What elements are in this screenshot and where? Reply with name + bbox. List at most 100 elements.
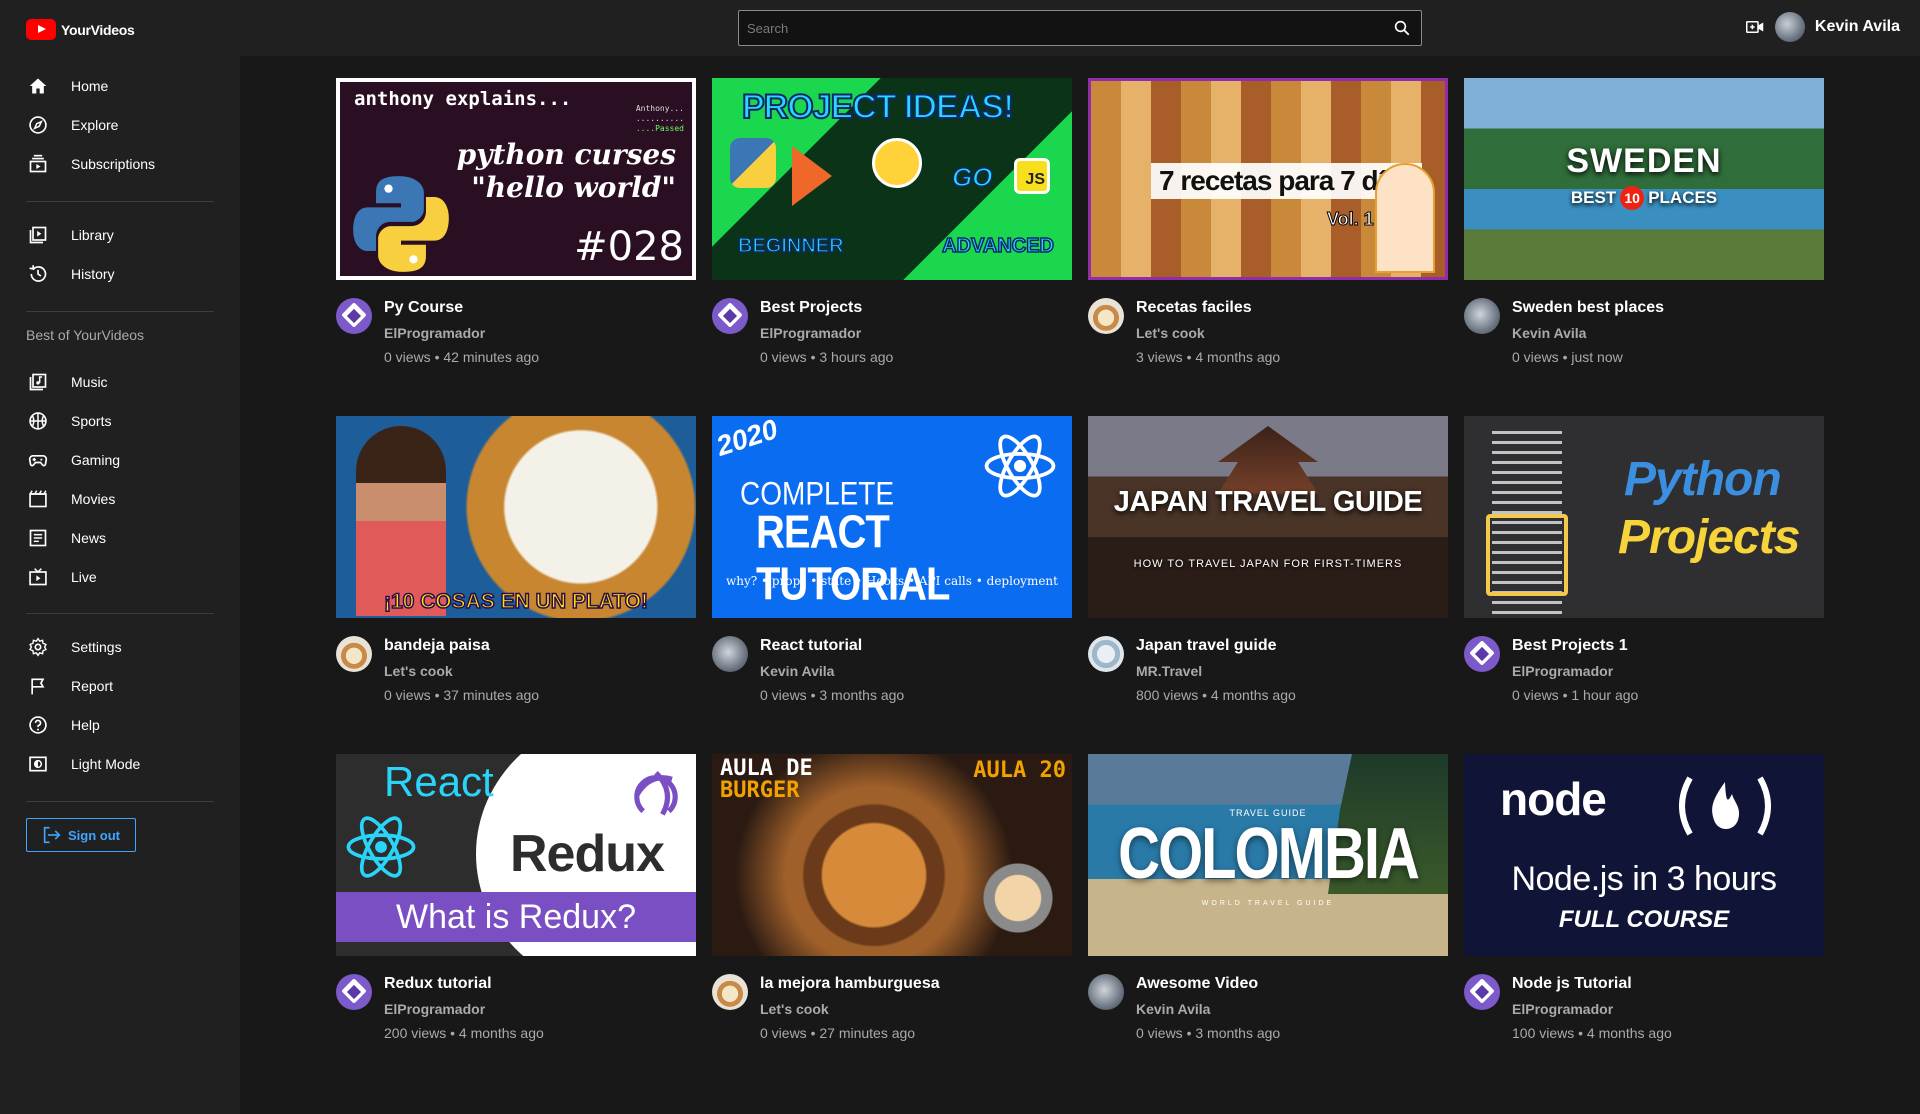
video-camera-icon [1745, 21, 1764, 33]
video-title[interactable]: la mejora hamburguesa [760, 974, 940, 994]
video-title[interactable]: Redux tutorial [384, 974, 544, 994]
video-thumbnail[interactable]: AULA DE BURGER AULA 20 [712, 754, 1072, 956]
video-thumbnail[interactable]: anthony explains... Anthony... .........… [336, 78, 696, 280]
channel-name[interactable]: MR.Travel [1136, 663, 1296, 679]
video-thumbnail[interactable]: ¡10 COSAS EN UN PLATO! [336, 416, 696, 618]
video-title[interactable]: Sweden best places [1512, 298, 1664, 318]
video-thumbnail[interactable]: Python Projects [1464, 416, 1824, 618]
channel-name[interactable]: ElProgramador [760, 325, 893, 341]
video-stats: 100 views • 4 months ago [1512, 1025, 1672, 1041]
search-button[interactable] [1383, 11, 1421, 45]
channel-name[interactable]: Let's cook [384, 663, 539, 679]
sidebar-item-label: Music [71, 374, 108, 390]
video-stats: 0 views • 27 minutes ago [760, 1025, 916, 1041]
channel-avatar[interactable] [1464, 636, 1500, 672]
channel-name[interactable]: ElProgramador [384, 1001, 544, 1017]
video-card[interactable]: ¡10 COSAS EN UN PLATO! bandeja paisa Let… [336, 416, 696, 736]
channel-avatar[interactable] [336, 974, 372, 1010]
video-title[interactable]: bandeja paisa [384, 636, 539, 656]
video-thumbnail[interactable]: 7 recetas para 7 días Vol. 1 [1088, 78, 1448, 280]
channel-name[interactable]: Kevin Avila [760, 663, 904, 679]
channel-avatar[interactable] [1088, 636, 1124, 672]
channel-name[interactable]: Let's cook [1136, 325, 1280, 341]
channel-avatar[interactable] [1088, 298, 1124, 334]
video-thumbnail[interactable]: TRAVEL GUIDE COLOMBIA WORLD TRAVEL GUIDE [1088, 754, 1448, 956]
presenter-photo [356, 426, 446, 616]
sidebar-item-home[interactable]: Home [26, 71, 216, 101]
video-card[interactable]: Python Projects Best Projects 1 ElProgra… [1464, 416, 1824, 736]
video-card[interactable]: node Node.js in 3 hours FULL COURSE Node… [1464, 754, 1824, 1074]
video-title[interactable]: Recetas faciles [1136, 298, 1280, 318]
sidebar-item-subscriptions[interactable]: Subscriptions [26, 149, 216, 179]
sidebar-item-help[interactable]: Help [26, 710, 216, 740]
video-card[interactable]: JAPAN TRAVEL GUIDE HOW TO TRAVEL JAPAN F… [1088, 416, 1448, 736]
sidebar-item-label: Explore [71, 117, 119, 133]
video-card[interactable]: AULA DE BURGER AULA 20 la mejora hamburg… [712, 754, 1072, 1074]
video-title[interactable]: Best Projects 1 [1512, 636, 1638, 656]
video-card[interactable]: TRAVEL GUIDE COLOMBIA WORLD TRAVEL GUIDE… [1088, 754, 1448, 1074]
sign-out-button[interactable]: Sign out [26, 818, 136, 852]
sidebar-item-gaming[interactable]: Gaming [26, 445, 216, 475]
channel-name[interactable]: Kevin Avila [1136, 1001, 1280, 1017]
channel-avatar[interactable] [336, 298, 372, 334]
video-thumbnail[interactable]: node Node.js in 3 hours FULL COURSE [1464, 754, 1824, 956]
channel-avatar[interactable] [1088, 974, 1124, 1010]
video-card[interactable]: SWEDEN BEST 10 PLACES Sweden best places… [1464, 78, 1824, 398]
user-name[interactable]: Kevin Avila [1815, 18, 1900, 36]
sidebar-item-light-mode[interactable]: Light Mode [26, 749, 216, 779]
sidebar-item-settings[interactable]: Settings [26, 632, 216, 662]
video-title[interactable]: Best Projects [760, 298, 893, 318]
fries-cup-illustration [978, 858, 1058, 938]
video-meta: Awesome Video Kevin Avila 0 views • 3 mo… [1088, 974, 1448, 1041]
video-thumbnail[interactable]: SWEDEN BEST 10 PLACES [1464, 78, 1824, 280]
thumbnail-text: PROJECT IDEAS! [741, 87, 1015, 127]
sidebar-item-live[interactable]: Live [26, 562, 216, 592]
sidebar-item-explore[interactable]: Explore [26, 110, 216, 140]
channel-name[interactable]: Let's cook [760, 1001, 940, 1017]
video-card[interactable]: PROJECT IDEAS! GO JS BEGINNER ADVANCED B… [712, 78, 1072, 398]
video-card[interactable]: anthony explains... Anthony... .........… [336, 78, 696, 398]
channel-name[interactable]: ElProgramador [384, 325, 539, 341]
python-logo-icon [730, 138, 776, 188]
top-bar: YourVideos Kevin Avila [0, 0, 1920, 56]
sidebar-item-history[interactable]: History [26, 259, 216, 289]
sidebar-item-label: Subscriptions [71, 156, 156, 172]
video-title[interactable]: Japan travel guide [1136, 636, 1296, 656]
search-input[interactable] [739, 11, 1383, 45]
video-title[interactable]: Awesome Video [1136, 974, 1280, 994]
sidebar-item-news[interactable]: News [26, 523, 216, 553]
channel-avatar[interactable] [1464, 974, 1500, 1010]
video-thumbnail[interactable]: React Redux What is Redux? [336, 754, 696, 956]
channel-name[interactable]: Kevin Avila [1512, 325, 1664, 341]
avatar[interactable] [1774, 12, 1805, 42]
channel-avatar[interactable] [1464, 298, 1500, 334]
sidebar-item-movies[interactable]: Movies [26, 484, 216, 514]
video-card[interactable]: 2020 COMPLETE REACT TUTORIAL why? • prop… [712, 416, 1072, 736]
sidebar-item-library[interactable]: Library [26, 220, 216, 250]
channel-avatar[interactable] [712, 974, 748, 1010]
thumbnail-terminal: Anthony... .......... ....Passed [635, 104, 684, 133]
app-logo[interactable]: YourVideos [26, 19, 135, 40]
video-card[interactable]: React Redux What is Redux? Redux tutoria… [336, 754, 696, 1074]
video-card[interactable]: 7 recetas para 7 días Vol. 1 Recetas fac… [1088, 78, 1448, 398]
sidebar-item-sports[interactable]: Sports [26, 406, 216, 436]
channel-avatar[interactable] [712, 298, 748, 334]
sidebar-item-music[interactable]: Music [26, 367, 216, 397]
video-title[interactable]: Py Course [384, 298, 539, 318]
video-thumbnail[interactable]: PROJECT IDEAS! GO JS BEGINNER ADVANCED [712, 78, 1072, 280]
sidebar-item-report[interactable]: Report [26, 671, 216, 701]
sign-out-label: Sign out [68, 827, 120, 843]
thumbnail-text: AULA 20 [973, 758, 1066, 783]
go-logo-icon: GO [951, 161, 993, 193]
channel-name[interactable]: ElProgramador [1512, 663, 1638, 679]
video-thumbnail[interactable]: 2020 COMPLETE REACT TUTORIAL why? • prop… [712, 416, 1072, 618]
channel-avatar[interactable] [712, 636, 748, 672]
video-title[interactable]: React tutorial [760, 636, 904, 656]
create-video-button[interactable] [1743, 15, 1767, 39]
divider [26, 613, 214, 614]
channel-avatar[interactable] [336, 636, 372, 672]
video-thumbnail[interactable]: JAPAN TRAVEL GUIDE HOW TO TRAVEL JAPAN F… [1088, 416, 1448, 618]
video-meta: Best Projects 1 ElProgramador 0 views • … [1464, 636, 1824, 703]
channel-name[interactable]: ElProgramador [1512, 1001, 1672, 1017]
video-title[interactable]: Node js Tutorial [1512, 974, 1672, 994]
